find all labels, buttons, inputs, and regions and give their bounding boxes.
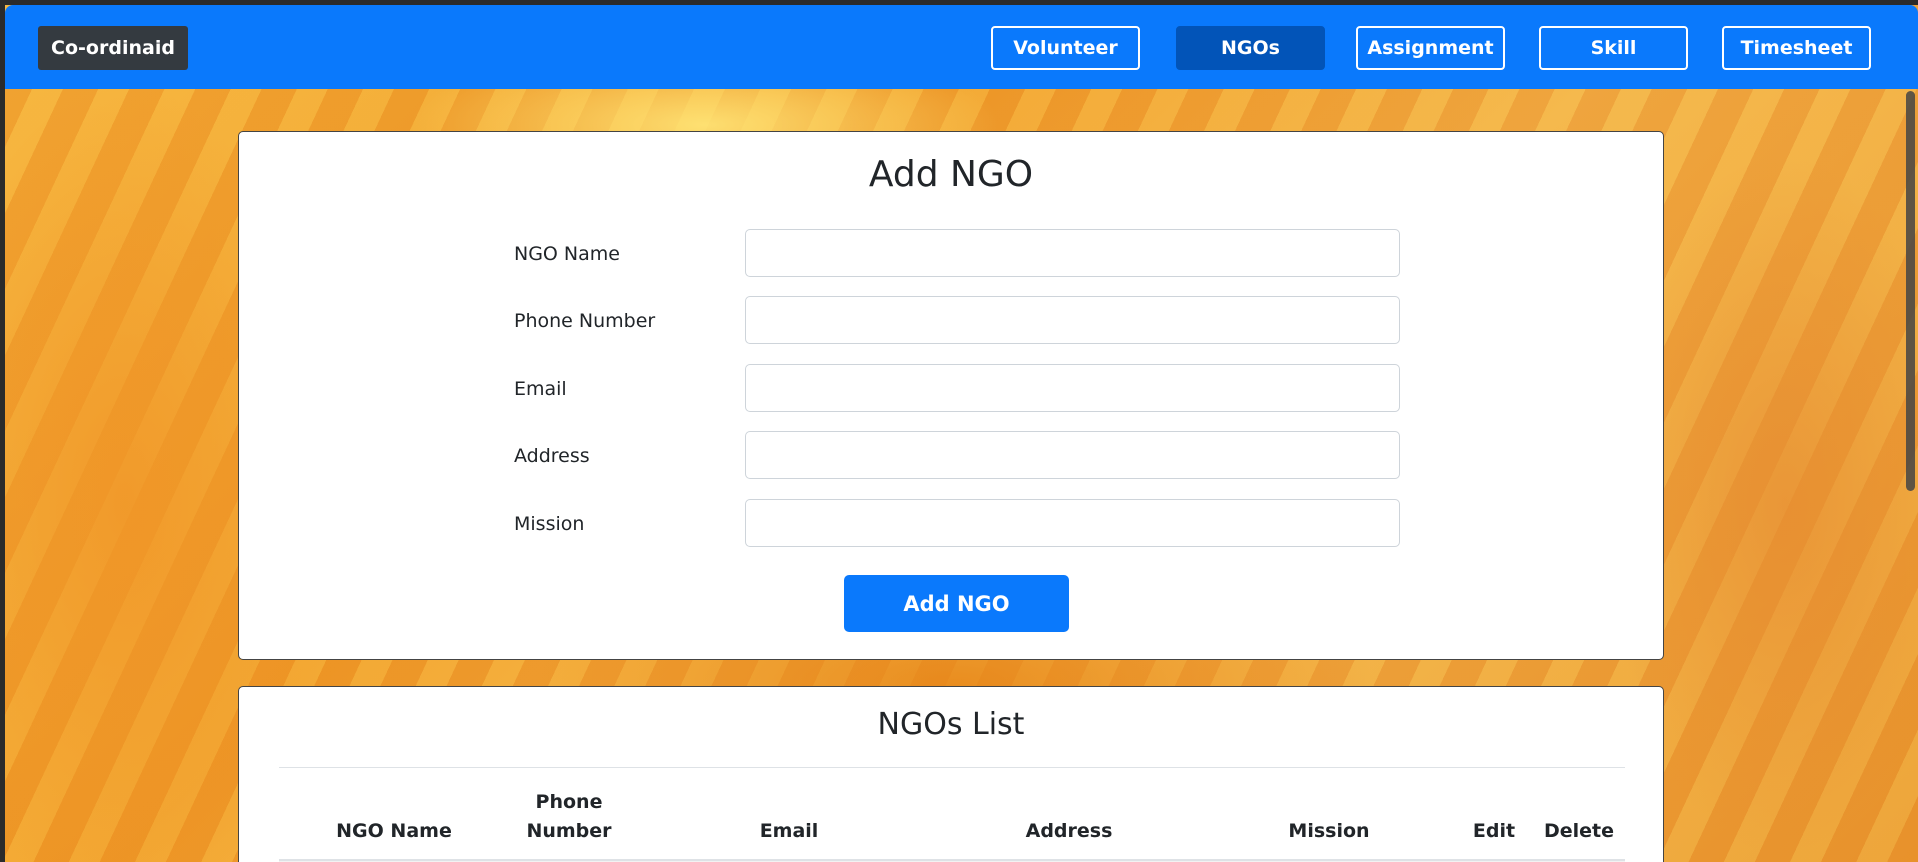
address-input[interactable] bbox=[745, 431, 1400, 479]
email-input[interactable] bbox=[745, 364, 1400, 412]
add-ngo-button[interactable]: Add NGO bbox=[844, 575, 1069, 632]
top-navbar: Co-ordinaid Volunteer NGOs Assignment Sk… bbox=[5, 5, 1918, 89]
brand-logo[interactable]: Co-ordinaid bbox=[38, 26, 188, 70]
page-scrollbar[interactable] bbox=[1903, 91, 1918, 862]
scrollbar-thumb[interactable] bbox=[1906, 91, 1915, 491]
app-viewport: Co-ordinaid Volunteer NGOs Assignment Sk… bbox=[5, 5, 1918, 862]
add-ngo-title: Add NGO bbox=[868, 154, 1034, 195]
nav-volunteer-button[interactable]: Volunteer bbox=[991, 26, 1140, 70]
nav-skill-button[interactable]: Skill bbox=[1539, 26, 1688, 70]
list-divider bbox=[279, 767, 1625, 768]
nav-ngos-button[interactable]: NGOs bbox=[1176, 26, 1325, 70]
nav-assignment-button[interactable]: Assignment bbox=[1356, 26, 1505, 70]
mission-input[interactable] bbox=[745, 499, 1400, 547]
ngo-name-label: NGO Name bbox=[514, 243, 620, 265]
email-label: Email bbox=[514, 378, 567, 400]
add-ngo-card: Add NGO NGO Name Phone Number Email Addr… bbox=[238, 131, 1664, 660]
column-header-ngo-name: NGO Name bbox=[336, 820, 452, 842]
ngos-list-card: NGOs List NGO Name Phone Number Email Ad… bbox=[238, 686, 1664, 862]
phone-number-label: Phone Number bbox=[514, 310, 656, 332]
column-header-address: Address bbox=[1025, 820, 1113, 842]
ngos-list-title: NGOs List bbox=[877, 707, 1025, 742]
address-label: Address bbox=[514, 445, 590, 467]
column-header-email: Email bbox=[759, 820, 819, 842]
mission-label: Mission bbox=[514, 513, 585, 535]
column-header-mission: Mission bbox=[1288, 820, 1370, 842]
column-header-phone-number: Phone Number bbox=[526, 791, 612, 842]
column-header-delete: Delete bbox=[1543, 820, 1615, 842]
phone-number-input[interactable] bbox=[745, 296, 1400, 344]
column-header-edit: Edit bbox=[1472, 820, 1516, 842]
ngo-name-input[interactable] bbox=[745, 229, 1400, 277]
nav-timesheet-button[interactable]: Timesheet bbox=[1722, 26, 1871, 70]
